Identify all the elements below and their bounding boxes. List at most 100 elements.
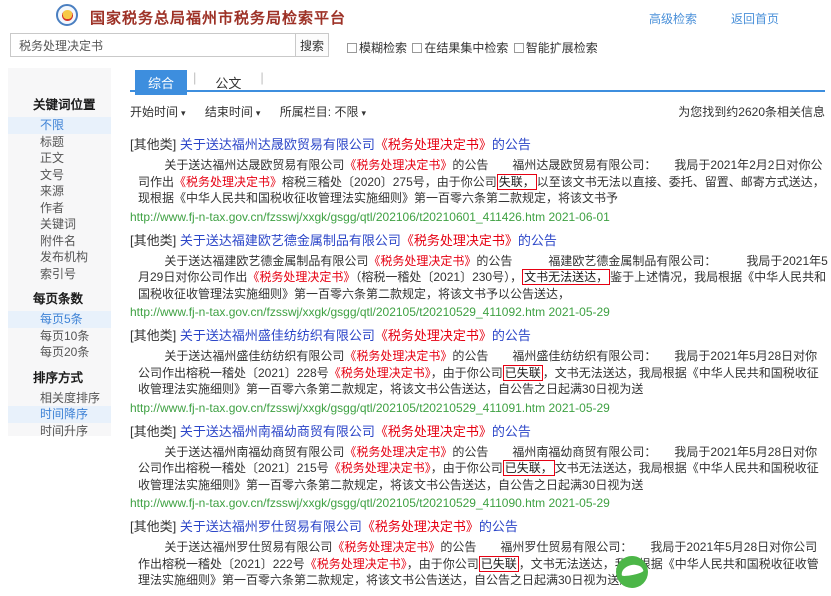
text-segment-red: 《税务处理决定书》 (332, 540, 440, 554)
search-options: 模糊检索 在结果集中检索 智能扩展检索 (347, 39, 600, 56)
text-segment-link: 关于送达福州达晟欧贸易有限公司 (180, 137, 375, 152)
checkbox-icon[interactable] (412, 43, 422, 53)
text-segment-link: 的公告 (518, 233, 557, 248)
text-segment-prefix: [其他类] (130, 519, 180, 534)
sidebar-item-每页20条[interactable]: 每页20条 (8, 344, 111, 361)
result-url[interactable]: http://www.fj-n-tax.gov.cn/fzsswj/xxgk/g… (130, 210, 828, 225)
sidebar-item-每页10条[interactable]: 每页10条 (8, 328, 111, 345)
text-segment-plain: 关于送达福州盛佳纺纺织有限公司 (164, 349, 344, 363)
text-segment-link: 关于送达福州盛佳纺纺织有限公司 (180, 328, 375, 343)
search-result-item: [其他类] 关于送达福州达晟欧贸易有限公司《税务处理决定书》的公告 关于送达福州… (130, 136, 828, 225)
result-title-link[interactable]: [其他类] 关于送达福建欧艺德金属制品有限公司《税务处理决定书》的公告 (130, 232, 828, 249)
sidebar-section-title: 排序方式 (8, 361, 111, 390)
sidebar-section: 每页条数 每页5条每页10条每页20条 (8, 282, 111, 361)
floating-widget-icon[interactable] (616, 556, 648, 588)
search-result-item: [其他类] 关于送达福州盛佳纺纺织有限公司《税务处理决定书》的公告 关于送达福州… (130, 327, 828, 416)
sidebar-item-时间降序[interactable]: 时间降序 (8, 406, 111, 423)
result-title-link[interactable]: [其他类] 关于送达福州达晟欧贸易有限公司《税务处理决定书》的公告 (130, 136, 828, 153)
result-snippet: 关于送达福州达晟欧贸易有限公司《税务处理决定书》的公告 福州达晟欧贸易有限公司：… (130, 157, 828, 207)
text-segment-plain: ，由于你公司 (431, 461, 503, 475)
text-segment-link: 关于送达福州南福幼商贸有限公司 (180, 424, 375, 439)
page-title: 国家税务总局福州市税务局检索平台 (90, 7, 346, 28)
text-segment-prefix: [其他类] (130, 233, 180, 248)
text-segment-link: 的公告 (492, 137, 531, 152)
back-home-link[interactable]: 返回首页 (731, 12, 779, 26)
result-snippet: 关于送达福建欧艺德金属制品有限公司《税务处理决定书》的公告 福建欧艺德金属制品有… (130, 253, 828, 303)
result-title-link[interactable]: [其他类] 关于送达福州南福幼商贸有限公司《税务处理决定书》的公告 (130, 423, 828, 440)
result-snippet: 关于送达福州南福幼商贸有限公司《税务处理决定书》的公告 福州南福幼商贸有限公司：… (130, 444, 828, 494)
sidebar-section-items: 相关度排序时间降序时间升序 (8, 390, 111, 440)
sidebar-item-附件名[interactable]: 附件名 (8, 233, 111, 250)
text-segment-box: 失联， (497, 174, 537, 190)
sidebar-item-文号[interactable]: 文号 (8, 167, 111, 184)
sidebar-section-items: 不限标题正文文号来源作者关键词附件名发布机构索引号 (8, 117, 111, 282)
sidebar-item-不限[interactable]: 不限 (8, 117, 111, 134)
sidebar-section: 排序方式 相关度排序时间降序时间升序 (8, 361, 111, 440)
sidebar-section: 关键词位置 不限标题正文文号来源作者关键词附件名发布机构索引号 (8, 88, 111, 282)
text-segment-box: 已失联 (503, 365, 543, 381)
tab-comprehensive[interactable]: 综合 (135, 70, 187, 95)
text-segment-plain: 关于送达福建欧艺德金属制品有限公司 (164, 254, 368, 268)
search-bar: 搜索 (10, 33, 329, 57)
search-input[interactable] (10, 33, 295, 57)
search-result-item: [其他类] 关于送达福建欧艺德金属制品有限公司《税务处理决定书》的公告 关于送达… (130, 232, 828, 321)
category-filter[interactable]: 所属栏目: 不限▾ (280, 105, 366, 119)
result-url[interactable]: http://www.fj-n-tax.gov.cn/fzsswj/xxgk/g… (130, 496, 828, 511)
text-segment-red: 《税务处理决定书》 (344, 445, 452, 459)
search-result-item: [其他类] 关于送达福州罗仕贸易有限公司《税务处理决定书》的公告 关于送达福州罗… (130, 518, 828, 589)
sidebar-item-作者[interactable]: 作者 (8, 200, 111, 217)
text-segment-red: 《税务处理决定书》 (329, 366, 431, 380)
text-segment-redlink: 《税务处理决定书》 (362, 519, 479, 534)
sidebar-section-title: 关键词位置 (8, 88, 111, 117)
text-segment-redlink: 《税务处理决定书》 (375, 424, 492, 439)
chevron-down-icon: ▾ (181, 108, 186, 118)
text-segment-plain: ，由于你公司 (407, 557, 479, 571)
chevron-down-icon: ▾ (256, 108, 261, 118)
text-segment-prefix: [其他类] (130, 137, 180, 152)
sidebar-item-关键词[interactable]: 关键词 (8, 216, 111, 233)
result-url[interactable]: http://www.fj-n-tax.gov.cn/fzsswj/xxgk/g… (130, 401, 828, 416)
sidebar-item-时间升序[interactable]: 时间升序 (8, 423, 111, 440)
sidebar-item-来源[interactable]: 来源 (8, 183, 111, 200)
result-title-link[interactable]: [其他类] 关于送达福州罗仕贸易有限公司《税务处理决定书》的公告 (130, 518, 828, 535)
tab-separator: | (260, 70, 263, 85)
national-emblem-icon (62, 10, 73, 21)
text-segment-red: 《税务处理决定书》 (368, 254, 476, 268)
text-segment-prefix: [其他类] (130, 328, 180, 343)
text-segment-red: 《税务处理决定书》 (247, 270, 355, 284)
sidebar-item-相关度排序[interactable]: 相关度排序 (8, 390, 111, 407)
filter-row: 为您找到约2620条相关信息 开始时间▾ 结束时间▾ 所属栏目: 不限▾ (130, 103, 825, 120)
text-segment-link: 的公告 (492, 328, 531, 343)
fuzzy-search-checkbox[interactable]: 模糊检索 (347, 41, 407, 55)
result-title-link[interactable]: [其他类] 关于送达福州盛佳纺纺织有限公司《税务处理决定书》的公告 (130, 327, 828, 344)
sidebar-section-items: 每页5条每页10条每页20条 (8, 311, 111, 361)
result-url[interactable]: http://www.fj-n-tax.gov.cn/fzsswj/xxgk/g… (130, 305, 828, 320)
text-segment-red: 《税务处理决定书》 (344, 158, 452, 172)
tab-official-documents[interactable]: 公文 (202, 70, 254, 95)
chevron-down-icon: ▾ (361, 108, 366, 118)
smart-expand-checkbox[interactable]: 智能扩展检索 (514, 41, 598, 55)
text-segment-plain: 榕税三稽处〔2020〕275号，由于你公司 (282, 175, 497, 189)
sidebar-item-正文[interactable]: 正文 (8, 150, 111, 167)
text-segment-box: 文书无法送达， (522, 269, 610, 285)
sidebar-item-发布机构[interactable]: 发布机构 (8, 249, 111, 266)
advanced-search-link[interactable]: 高级检索 (649, 12, 697, 26)
result-snippet: 关于送达福州罗仕贸易有限公司《税务处理决定书》的公告 福州罗仕贸易有限公司： 我… (130, 539, 828, 589)
text-segment-red: 《税务处理决定书》 (344, 349, 452, 363)
result-tabs: 综合|公文| (130, 70, 825, 92)
search-in-results-checkbox[interactable]: 在结果集中检索 (412, 41, 508, 55)
text-segment-link: 关于送达福建欧艺德金属制品有限公司 (180, 233, 401, 248)
search-button[interactable]: 搜索 (295, 33, 329, 57)
text-segment-plain: 关于送达福州达晟欧贸易有限公司 (164, 158, 344, 172)
sidebar-item-标题[interactable]: 标题 (8, 134, 111, 151)
result-count: 为您找到约2620条相关信息 (678, 103, 825, 120)
end-time-filter[interactable]: 结束时间▾ (205, 105, 261, 119)
text-segment-link: 的公告 (479, 519, 518, 534)
top-nav: 高级检索 返回首页 (649, 10, 779, 27)
sidebar-item-索引号[interactable]: 索引号 (8, 266, 111, 283)
result-snippet: 关于送达福州盛佳纺纺织有限公司《税务处理决定书》的公告 福州盛佳纺纺织有限公司：… (130, 348, 828, 398)
checkbox-icon[interactable] (347, 43, 357, 53)
checkbox-icon[interactable] (514, 43, 524, 53)
start-time-filter[interactable]: 开始时间▾ (130, 105, 186, 119)
sidebar-item-每页5条[interactable]: 每页5条 (8, 311, 111, 328)
